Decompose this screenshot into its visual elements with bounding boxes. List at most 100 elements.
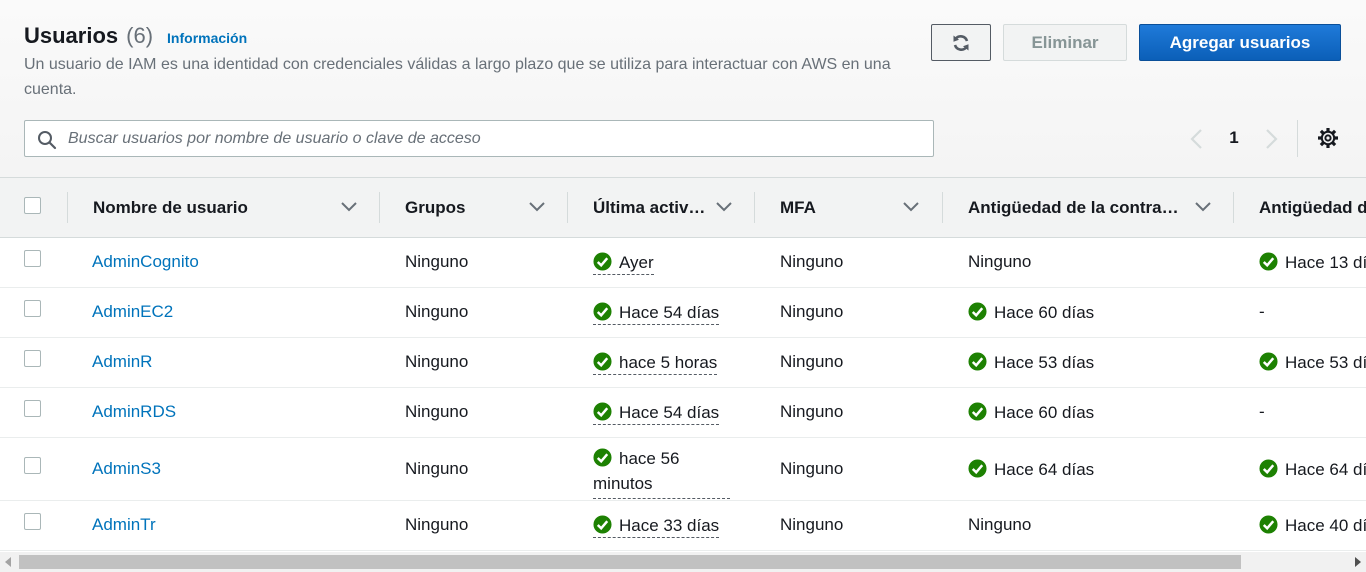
row-checkbox[interactable]	[24, 513, 41, 530]
sort-caret-icon[interactable]	[1195, 202, 1211, 212]
last-activity-value: Hace 54 días	[619, 403, 720, 422]
user-name-link[interactable]: AdminR	[92, 352, 152, 372]
select-all-checkbox[interactable]	[24, 197, 41, 214]
check-circle-icon	[968, 302, 987, 321]
search-input[interactable]	[68, 121, 918, 156]
table-row: AdminTr Ninguno Hace 33 días Ninguno Ninguno…	[0, 501, 1366, 551]
horizontal-scrollbar[interactable]	[0, 552, 1366, 572]
column-divider	[754, 192, 755, 223]
title-row: Usuarios (6) Información	[24, 23, 247, 49]
sort-caret-icon[interactable]	[529, 202, 545, 212]
password-age-cell: Hace 60 días	[968, 302, 1094, 323]
column-header-key-age[interactable]: Antigüedad d	[1259, 178, 1366, 237]
password-age-value: Hace 60 días	[994, 303, 1095, 322]
sort-caret-icon[interactable]	[716, 202, 732, 212]
last-activity-cell[interactable]: hace 56 minutos	[593, 446, 730, 499]
delete-button[interactable]: Eliminar	[1003, 24, 1127, 61]
column-header-mfa[interactable]: MFA	[780, 178, 816, 237]
key-age-cell: Hace 53 dí	[1259, 352, 1366, 373]
page-title: Usuarios	[24, 23, 119, 48]
check-circle-icon	[968, 352, 987, 371]
check-circle-icon	[1259, 352, 1278, 371]
check-circle-icon	[1259, 515, 1278, 534]
table-row: AdminEC2 Ninguno Hace 54 días Ninguno Hace 6…	[0, 288, 1366, 338]
add-users-button[interactable]: Agregar usuarios	[1139, 24, 1341, 61]
password-age-value: Hace 60 días	[994, 403, 1095, 422]
mfa-cell: Ninguno	[780, 302, 844, 321]
scroll-left-arrow-icon[interactable]	[4, 557, 12, 567]
last-activity-cell[interactable]: Hace 33 días	[593, 515, 720, 538]
user-count: (6)	[126, 23, 154, 48]
chevron-right-icon[interactable]	[1261, 127, 1281, 151]
key-age-cell: -	[1259, 302, 1265, 322]
password-age-cell: Ninguno	[968, 515, 1031, 535]
table-row: AdminRDS Ninguno Hace 54 días Ninguno Hace 6…	[0, 388, 1366, 438]
chevron-left-icon[interactable]	[1187, 127, 1207, 151]
groups-cell: Ninguno	[405, 402, 469, 421]
user-name-link[interactable]: AdminCognito	[92, 252, 199, 272]
refresh-button[interactable]	[931, 24, 991, 61]
mfa-cell: Ninguno	[780, 459, 844, 478]
last-activity-value: Ayer	[619, 253, 654, 272]
column-header-password-age[interactable]: Antigüedad de la contra…	[968, 178, 1179, 237]
mfa-cell: Ninguno	[780, 252, 844, 271]
last-activity-cell[interactable]: hace 5 horas	[593, 352, 718, 375]
check-circle-icon	[593, 402, 612, 421]
key-age-value: Hace 53 dí	[1285, 353, 1366, 372]
row-checkbox[interactable]	[24, 457, 41, 474]
mfa-cell: Ninguno	[780, 515, 844, 534]
groups-cell: Ninguno	[405, 459, 469, 478]
last-activity-cell[interactable]: Ayer	[593, 252, 654, 275]
password-age-cell: Hace 60 días	[968, 402, 1094, 423]
user-name-link[interactable]: AdminS3	[92, 459, 161, 479]
password-age-value: Ninguno	[968, 252, 1032, 271]
column-divider	[567, 192, 568, 223]
row-checkbox[interactable]	[24, 400, 41, 417]
last-activity-cell[interactable]: Hace 54 días	[593, 402, 720, 425]
sort-caret-icon[interactable]	[903, 202, 919, 212]
table-row: AdminR Ninguno hace 5 horas Ninguno Hace 53 …	[0, 338, 1366, 388]
info-link[interactable]: Información	[167, 30, 247, 46]
password-age-cell: Hace 53 días	[968, 352, 1094, 373]
page-header: Usuarios (6) Información Un usuario de I…	[0, 0, 1366, 177]
user-name-link[interactable]: AdminRDS	[92, 402, 176, 422]
row-checkbox[interactable]	[24, 250, 41, 267]
column-header-last-activity[interactable]: Última activ…	[593, 178, 705, 237]
key-age-value: -	[1259, 402, 1265, 421]
row-checkbox[interactable]	[24, 350, 41, 367]
last-activity-value: hace 5 horas	[619, 353, 718, 372]
column-divider	[379, 192, 380, 223]
last-activity-cell[interactable]: Hace 54 días	[593, 302, 720, 325]
page-description: Un usuario de IAM es una identidad con c…	[24, 56, 891, 98]
user-name-link[interactable]: AdminEC2	[92, 302, 173, 322]
last-activity-value: Hace 54 días	[619, 303, 720, 322]
check-circle-icon	[968, 459, 987, 478]
column-divider	[942, 192, 943, 223]
gear-icon[interactable]	[1316, 126, 1340, 150]
check-circle-icon	[968, 402, 987, 421]
row-checkbox[interactable]	[24, 300, 41, 317]
column-divider	[1233, 192, 1234, 223]
check-circle-icon	[593, 448, 612, 467]
groups-cell: Ninguno	[405, 252, 469, 271]
refresh-icon	[953, 34, 969, 51]
sort-caret-icon[interactable]	[341, 202, 357, 212]
page-number[interactable]: 1	[1224, 128, 1244, 148]
search-icon	[38, 131, 57, 150]
password-age-cell: Hace 64 días	[968, 459, 1094, 480]
scroll-right-arrow-icon[interactable]	[1354, 557, 1362, 567]
column-divider	[67, 192, 68, 223]
column-header-username[interactable]: Nombre de usuario	[93, 178, 248, 237]
password-age-value: Hace 53 días	[994, 353, 1095, 372]
user-name-link[interactable]: AdminTr	[92, 515, 156, 535]
check-circle-icon	[1259, 459, 1278, 478]
column-header-groups[interactable]: Grupos	[405, 178, 465, 237]
key-age-cell: -	[1259, 402, 1265, 422]
last-activity-value: Hace 33 días	[619, 516, 720, 535]
table-header: Nombre de usuario Grupos Última activ… M…	[0, 177, 1366, 238]
table-row: AdminCognito Ninguno Ayer Ninguno Ninguno Hac…	[0, 238, 1366, 288]
key-age-cell: Hace 13 dí	[1259, 252, 1366, 273]
check-circle-icon	[593, 352, 612, 371]
scrollbar-thumb[interactable]	[19, 555, 1241, 569]
mfa-cell: Ninguno	[780, 402, 844, 421]
